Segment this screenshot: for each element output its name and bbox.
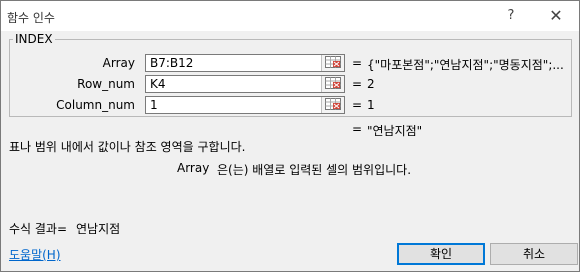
arg-label-array: Array [102,56,135,70]
range-select-icon [325,97,341,113]
formula-result-label: 수식 결과= [9,222,68,236]
function-arguments-dialog: 함수 인수 ? ✕ INDEX Array B7:B12 = {"마포본점";"… [0,0,580,272]
array-input-value: B7:B12 [150,56,194,70]
formula-result-value: 연남지점 [76,222,121,236]
array-eq-sign: = [352,56,363,70]
help-button[interactable]: ? [499,5,523,27]
column-num-collapse-button[interactable] [321,97,344,113]
array-collapse-button[interactable] [321,55,344,71]
function-result: "연남지점" [367,124,423,138]
row-num-input-value: K4 [150,77,166,91]
dialog-title: 함수 인수 [7,11,55,25]
ok-button[interactable]: 확인 [397,243,485,265]
range-select-icon [325,76,341,92]
row-num-result: 2 [367,77,375,91]
array-input[interactable]: B7:B12 [145,54,345,72]
arg-description-name: Array [177,161,210,175]
arg-label-column-num: Column_num [56,98,135,112]
range-select-icon [325,55,341,71]
help-link[interactable]: 도움말(H) [9,246,61,263]
function-description: 표나 범위 내에서 값이나 참조 영역을 구합니다. [9,140,246,154]
row-num-input[interactable]: K4 [145,75,345,93]
row-num-eq-sign: = [352,77,363,91]
column-num-input-value: 1 [150,98,158,112]
cancel-button[interactable]: 취소 [490,243,578,265]
close-button[interactable]: ✕ [544,5,568,27]
function-name: INDEX [13,32,55,46]
array-result: {"마포본점";"연남지점";"명동지점";... [367,58,564,72]
column-num-eq-sign: = [352,98,363,112]
arg-label-row-num: Row_num [77,77,135,91]
column-num-result: 1 [367,98,375,112]
function-result-eq-sign: = [352,122,363,136]
row-num-collapse-button[interactable] [321,76,344,92]
arg-description-text: 은(는) 배열로 입력된 셀의 범위입니다. [217,163,412,177]
title-bar: 함수 인수 ? ✕ [1,1,579,31]
column-num-input[interactable]: 1 [145,96,345,114]
